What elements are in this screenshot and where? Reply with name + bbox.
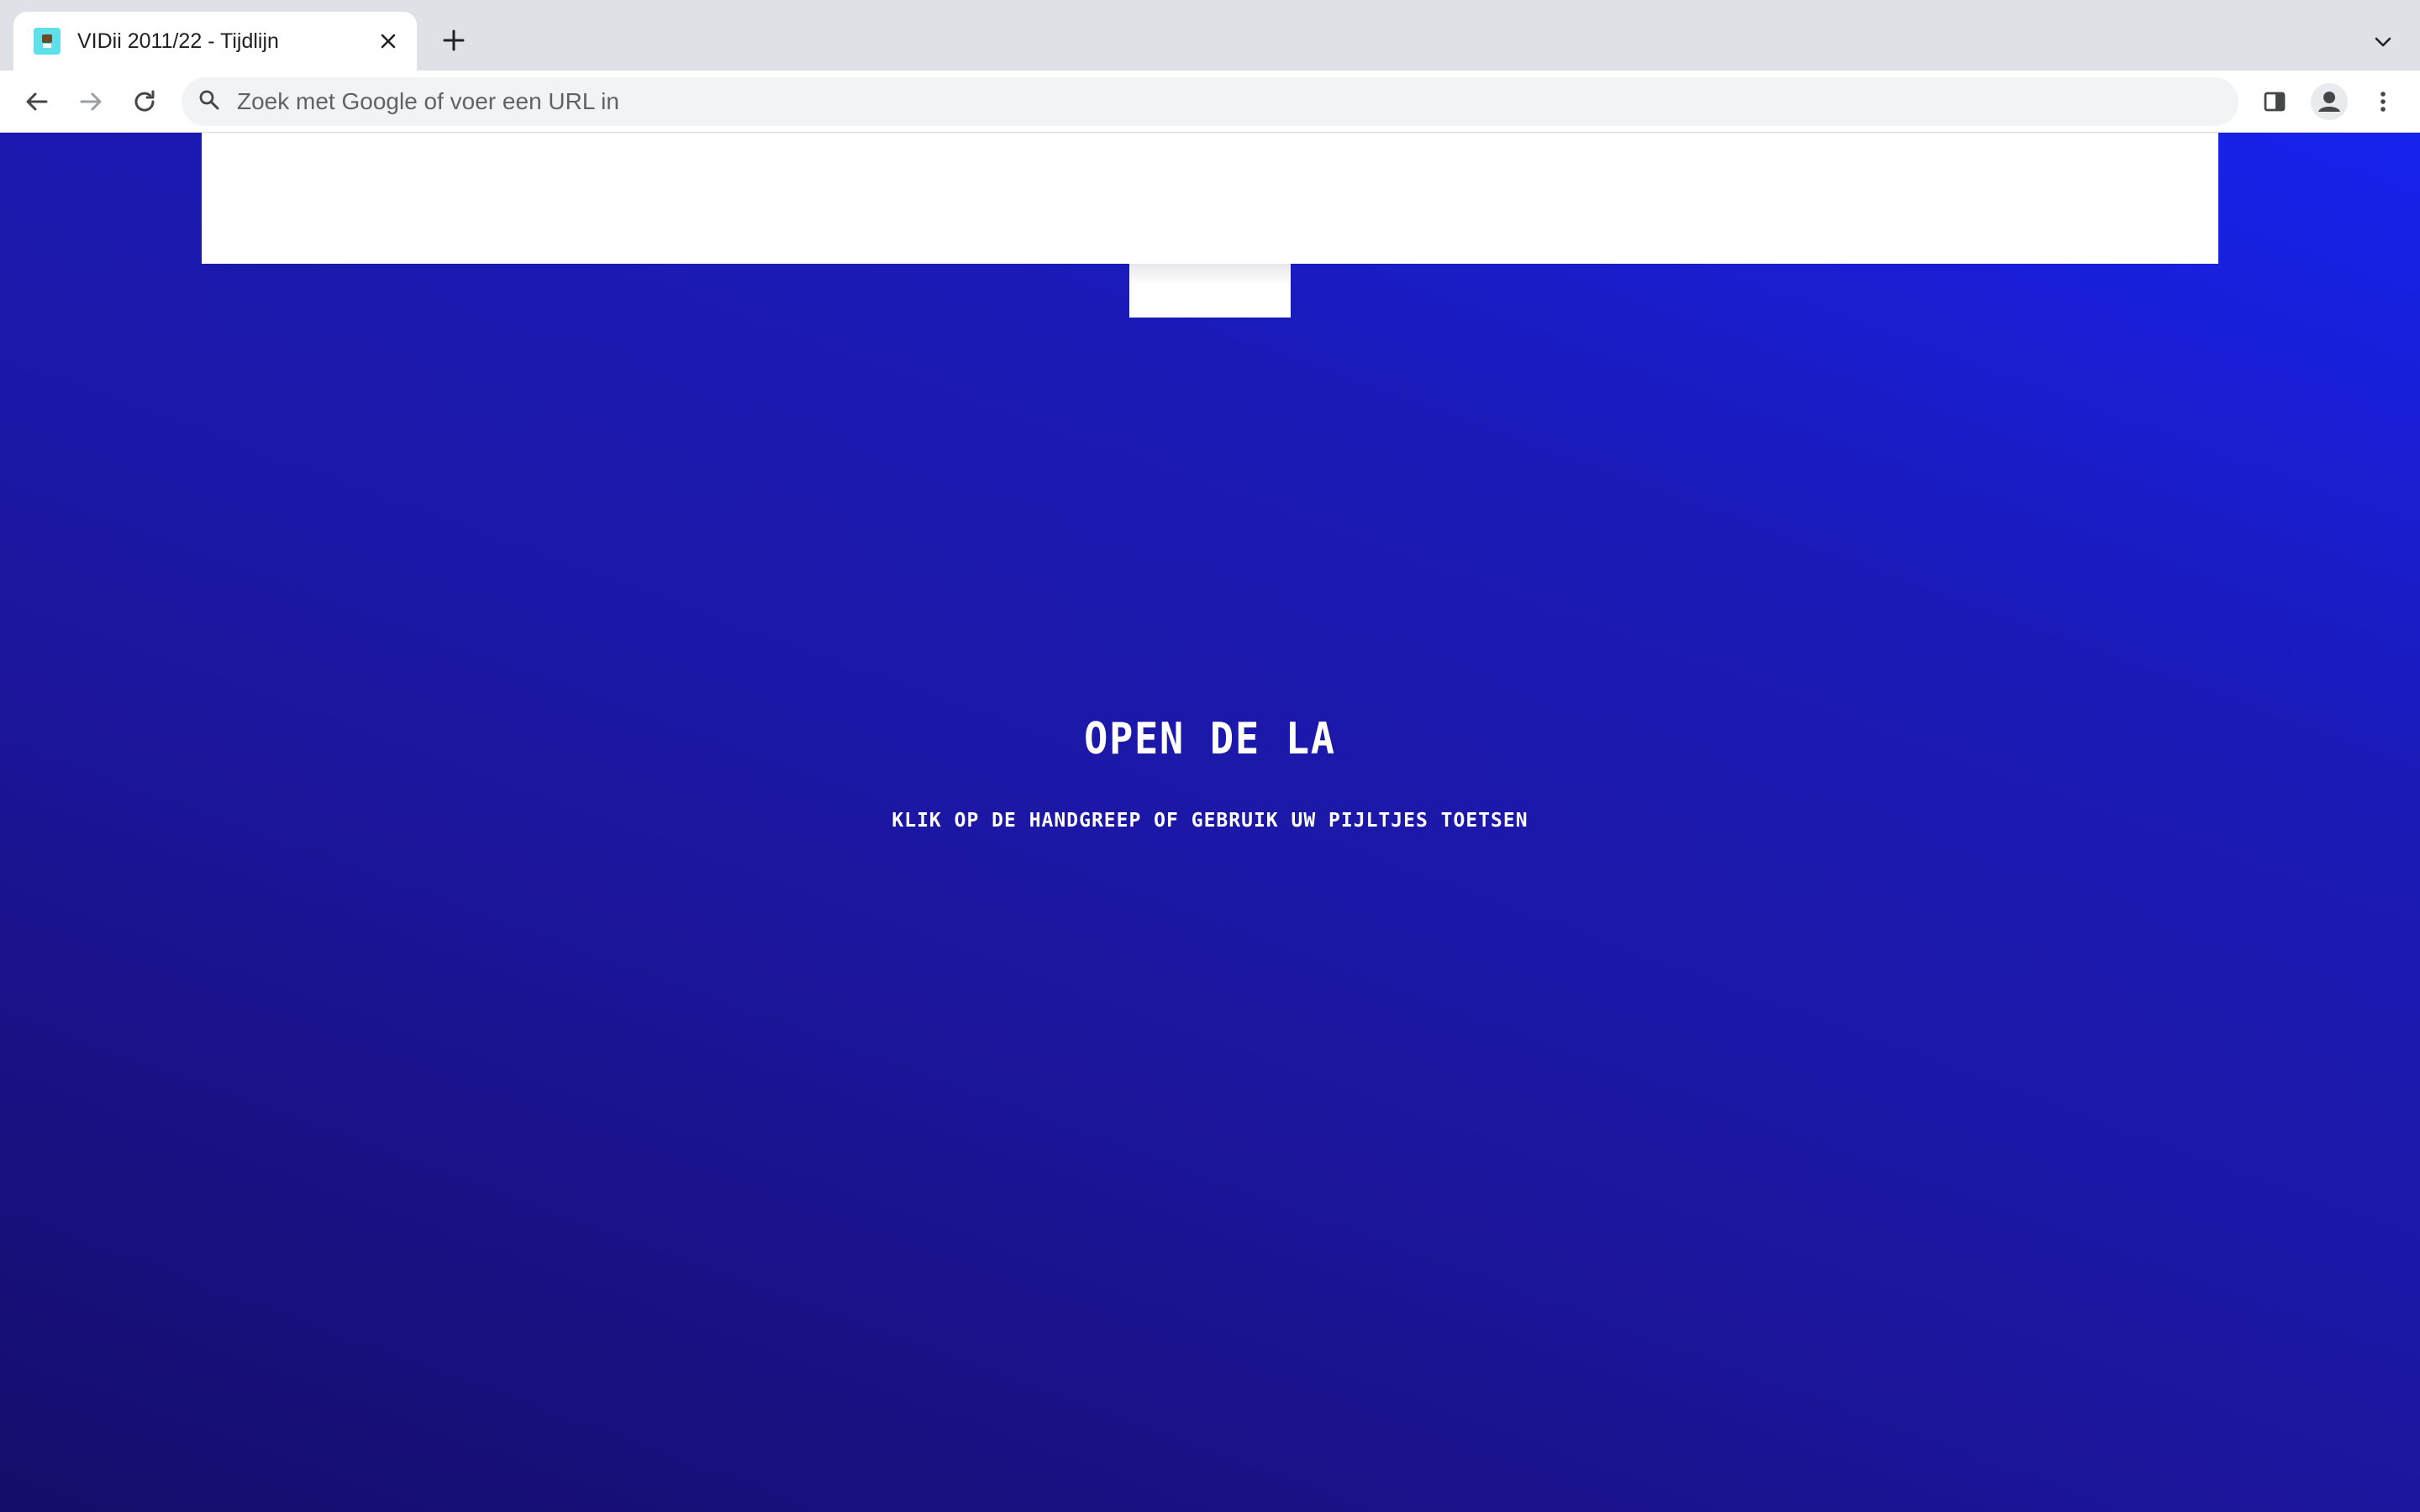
- plus-icon[interactable]: [435, 22, 472, 59]
- address-bar[interactable]: [182, 77, 2238, 126]
- arrow-right-icon[interactable]: [71, 81, 111, 122]
- vidii-favicon-icon: [34, 28, 60, 55]
- arrow-left-icon[interactable]: [17, 81, 57, 122]
- close-icon[interactable]: [373, 26, 403, 56]
- url-input[interactable]: [235, 87, 2168, 116]
- kebab-menu-icon[interactable]: [2363, 81, 2403, 122]
- search-icon: [198, 89, 220, 115]
- drawer-handle[interactable]: [1129, 264, 1291, 318]
- page-viewport: OPEN DE LA KLIK OP DE HANDGREEP OF GEBRU…: [0, 133, 2420, 1512]
- timeline-drawer: [202, 133, 2218, 264]
- tab-strip: VIDii 2011/22 - Tijdlijn: [0, 0, 2420, 71]
- tab-title: VIDii 2011/22 - Tijdlijn: [77, 29, 279, 53]
- side-panel-icon[interactable]: [2254, 81, 2295, 122]
- instruction-text: KLIK OP DE HANDGREEP OF GEBRUIK UW PIJLT…: [892, 810, 1528, 832]
- chevron-down-icon[interactable]: [2365, 24, 2402, 60]
- browser-tab[interactable]: VIDii 2011/22 - Tijdlijn: [13, 12, 417, 71]
- reload-icon[interactable]: [124, 81, 165, 122]
- page-title: OPEN DE LA: [1084, 714, 1336, 764]
- browser-toolbar: [0, 71, 2420, 133]
- profile-avatar-icon[interactable]: [2309, 81, 2349, 122]
